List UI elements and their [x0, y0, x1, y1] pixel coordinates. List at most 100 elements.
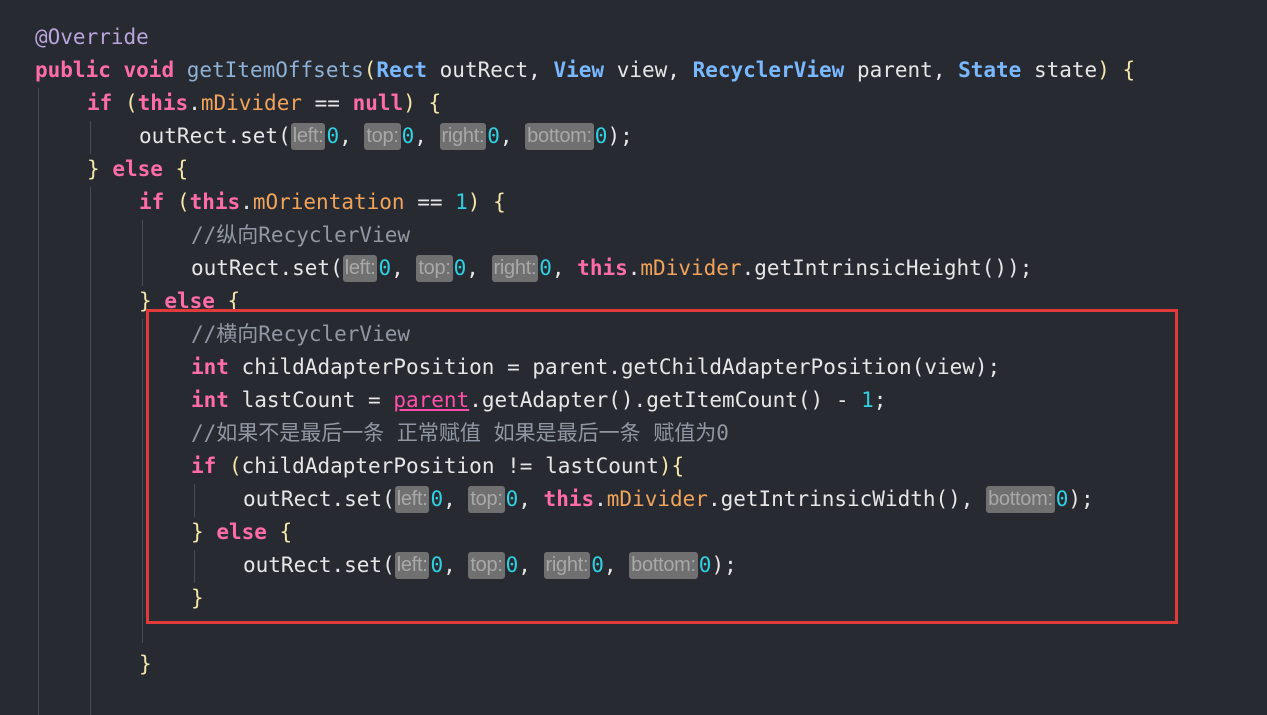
code-line-3[interactable]: if (this.mDivider == null) {: [87, 87, 441, 120]
method-call: outRect.set(: [243, 553, 395, 577]
keyword: else: [216, 520, 267, 544]
indent-guide: [90, 187, 91, 715]
code-line-10[interactable]: //横向RecyclerView: [191, 318, 410, 351]
variable: lastCount: [545, 454, 659, 478]
param-hint: left:: [342, 255, 378, 282]
indent-guide: [194, 484, 195, 517]
comment: //如果不是最后一条 正常赋值 如果是最后一条 赋值为0: [191, 421, 729, 445]
keyword: if: [87, 91, 113, 115]
type-name: Rect: [376, 58, 427, 82]
method-call: .getAdapter().getItemCount() -: [469, 388, 862, 412]
keyword: this: [577, 256, 628, 280]
code-line-8[interactable]: outRect.set(left: 0, top: 0, right: 0, this…: [191, 252, 1032, 285]
param-hint: bottom:: [525, 123, 594, 150]
indent-guide: [194, 550, 195, 583]
number: 1: [861, 388, 874, 412]
number: 0: [326, 124, 340, 148]
code-line-11[interactable]: int childAdapterPosition = parent.getChi…: [191, 351, 1000, 384]
method-call: .getIntrinsicWidth(),: [707, 487, 974, 511]
keyword: int: [191, 388, 229, 412]
code-line-5[interactable]: } else {: [87, 153, 188, 186]
param-hint: top:: [416, 255, 453, 282]
param-hint: right:: [543, 552, 591, 579]
code-line-4[interactable]: outRect.set(left: 0, top: 0, right: 0, bott…: [139, 120, 633, 153]
code-line-12[interactable]: int lastCount = parent.getAdapter().getI…: [191, 384, 886, 417]
code-line-18[interactable]: }: [191, 582, 204, 615]
code-line-2[interactable]: public void getItemOffsets(Rect outRect,…: [35, 54, 1135, 87]
parameter: view: [616, 58, 668, 82]
method-name: getItemOffsets: [186, 58, 364, 82]
code-line-17[interactable]: outRect.set(left: 0, top: 0, right: 0, bott…: [243, 549, 737, 582]
code-line-13[interactable]: //如果不是最后一条 正常赋值 如果是最后一条 赋值为0: [191, 417, 729, 450]
number: 0: [505, 553, 519, 577]
field: mOrientation: [252, 190, 405, 214]
param-hint: bottom:: [629, 552, 698, 579]
keyword: this: [137, 91, 189, 115]
keyword: if: [191, 454, 217, 478]
variable: lastCount: [241, 388, 356, 412]
number: 0: [698, 553, 712, 577]
number: 0: [487, 124, 500, 148]
indent-guide: [38, 88, 39, 715]
param-hint: top:: [468, 486, 505, 513]
indent-guide: [142, 319, 143, 643]
keyword: this: [189, 190, 241, 214]
number: 0: [401, 124, 415, 148]
method-call: outRect.set(: [243, 487, 395, 511]
keyword: else: [164, 289, 215, 313]
annotation: @Override: [35, 25, 149, 49]
code-editor[interactable]: @Override public void getItemOffsets(Rec…: [0, 0, 1267, 715]
field: mDivider: [200, 91, 302, 115]
param-hint: left:: [290, 123, 326, 150]
code-line-20[interactable]: }: [139, 648, 152, 681]
variable: childAdapterPosition: [241, 355, 495, 379]
param-hint: right:: [439, 123, 487, 150]
method-call: parent.getChildAdapterPosition(view);: [532, 355, 1001, 379]
keyword: if: [139, 190, 165, 214]
number: 0: [594, 124, 608, 148]
code-line-9[interactable]: } else {: [139, 285, 240, 318]
number: 0: [430, 553, 444, 577]
param-hint: bottom:: [986, 486, 1055, 513]
number: 0: [378, 256, 392, 280]
type-name: View: [553, 58, 605, 82]
number: 0: [505, 487, 519, 511]
number: 0: [453, 256, 467, 280]
code-line-16[interactable]: } else {: [191, 516, 292, 549]
param-hint: right:: [491, 255, 539, 282]
number: 0: [1055, 487, 1069, 511]
code-line-6[interactable]: if (this.mOrientation == 1) {: [139, 186, 506, 219]
keyword: int: [191, 355, 229, 379]
keyword: public: [35, 58, 111, 82]
keyword: else: [112, 157, 163, 181]
keyword: void: [123, 58, 175, 82]
indent-guide: [142, 220, 143, 286]
indent-guide: [90, 121, 91, 154]
parameter: state: [1033, 58, 1098, 82]
type-name: RecyclerView: [692, 58, 845, 82]
param-hint: top:: [364, 123, 401, 150]
comment: //纵向RecyclerView: [191, 223, 411, 247]
comment: //横向RecyclerView: [191, 322, 411, 346]
method-call: outRect.set(: [191, 256, 343, 280]
code-line-15[interactable]: outRect.set(left: 0, top: 0, this.mDivider…: [243, 483, 1094, 516]
warning-parameter[interactable]: parent: [393, 388, 469, 412]
param-hint: top:: [468, 552, 505, 579]
variable: childAdapterPosition: [241, 454, 495, 478]
number: 0: [591, 553, 604, 577]
number: 1: [455, 190, 468, 214]
keyword: null: [352, 91, 404, 115]
field: mDivider: [606, 487, 708, 511]
param-hint: left:: [394, 552, 430, 579]
type-name: State: [958, 58, 1022, 82]
keyword: this: [543, 487, 595, 511]
field: mDivider: [640, 256, 742, 280]
code-line-1[interactable]: @Override: [35, 21, 149, 54]
number: 0: [539, 256, 552, 280]
method-call: .getIntrinsicHeight());: [741, 256, 1033, 280]
code-line-14[interactable]: if (childAdapterPosition != lastCount){: [191, 450, 684, 483]
method-call: outRect.set(: [139, 124, 291, 148]
code-line-7[interactable]: //纵向RecyclerView: [191, 219, 410, 252]
number: 0: [430, 487, 444, 511]
param-hint: left:: [394, 486, 430, 513]
